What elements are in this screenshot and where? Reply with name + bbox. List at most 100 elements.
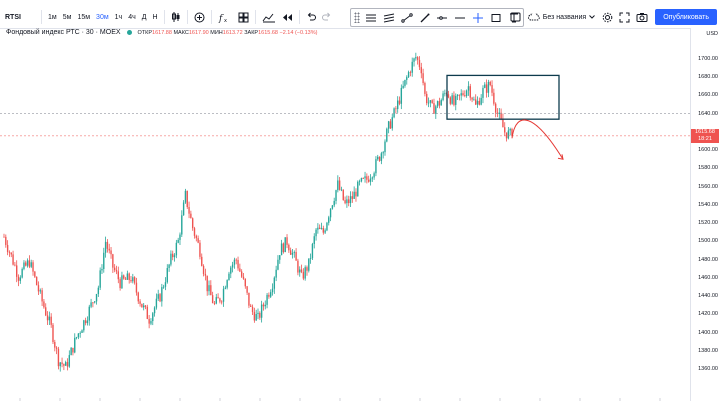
interval-30m-button[interactable]: 30м [93,8,112,26]
chart-type-candles-icon[interactable] [168,8,184,26]
fullscreen-icon[interactable] [616,8,633,26]
candle-body [335,190,337,201]
candle-body [6,244,9,252]
candle-body [435,106,437,114]
candle-body [422,73,424,84]
range-rectangle-drawing[interactable] [446,74,560,120]
candle-body [88,306,90,321]
horizontal-lines-tool-icon[interactable] [362,9,380,26]
candle-body [264,304,266,307]
candle-body [12,254,14,265]
horizontal-ray-tool-icon[interactable] [434,9,452,26]
layout-name-button[interactable]: Без названия [524,13,599,21]
candle-body [282,243,285,253]
chevron-down-icon [589,15,596,19]
redo-icon[interactable] [319,8,335,26]
candle-body [286,237,288,245]
candle-body [455,96,457,105]
horizontal-line-tool-icon[interactable] [451,9,469,26]
candle-body [188,207,190,214]
layout-select-icon[interactable] [507,8,524,26]
candle-body [371,177,373,179]
forecast-arrow-drawing[interactable] [511,119,564,160]
candle-body [99,270,101,288]
trend-line-tool-icon[interactable] [398,9,416,26]
high-label: МАКС [173,29,189,36]
price-axis[interactable]: USD 1700.001680.001660.001640.001620.001… [690,28,720,401]
price-chart[interactable] [0,28,690,401]
candle-body [30,262,32,267]
candle-body [95,294,98,302]
interval-1m-button[interactable]: 1м [45,8,60,26]
replay-icon[interactable] [279,8,296,26]
alert-chart-icon[interactable] [259,8,279,26]
candle-body [395,108,397,110]
interval-d-button[interactable]: Д [139,8,150,26]
candle-body [273,277,276,289]
interval-w-button[interactable]: Н [150,8,161,26]
candle-body [143,305,145,308]
candle-body [219,298,221,302]
drawing-floating-toolbar [350,8,524,27]
candle-body [498,112,500,114]
candle-body [166,268,168,283]
candle-body [444,93,446,95]
candle-body [418,59,421,68]
candle-body [464,95,466,97]
price-tick-label: 1500.00 [698,238,718,245]
candle-body [295,252,297,261]
candle-body [487,81,490,93]
interval-4h-button[interactable]: 4ч [125,8,139,26]
candle-body [465,90,468,97]
candle-body [297,260,299,273]
interval-15m-button[interactable]: 15м [74,8,93,26]
instrument-title[interactable]: Фондовый индекс РТС · 30 · MOEX [6,29,121,36]
price-tick-label: 1580.00 [698,165,718,172]
templates-grid-icon[interactable] [235,8,252,26]
candle-body [386,128,388,142]
candle-body [462,93,464,96]
fib-lines-tool-icon[interactable] [380,9,398,26]
candle-body [83,320,85,331]
price-tick-label: 1560.00 [698,183,718,190]
indicators-fx-icon[interactable]: fx [215,8,235,26]
candle-body [491,85,493,93]
candle-body [64,362,67,366]
candle-body [397,100,399,110]
candle-body [50,316,52,325]
price-tick-label: 1640.00 [698,110,718,117]
candle-body [28,260,31,267]
candle-body [168,264,170,269]
candle-body [14,264,16,266]
candle-body [504,127,506,133]
brush-tool-icon[interactable] [416,9,434,26]
drag-handle-icon[interactable] [354,12,360,23]
candle-body [59,362,61,367]
candle-body [86,320,89,324]
interval-5m-button[interactable]: 5м [60,8,75,26]
settings-gear-icon[interactable] [599,8,616,26]
symbol-search-button[interactable]: RTSI [0,8,38,26]
candle-body [215,297,217,304]
candle-body [84,320,87,324]
candle-body [507,130,510,139]
candle-body [177,239,179,243]
undo-icon[interactable] [303,8,319,26]
candle-body [324,230,326,233]
candle-body [112,254,114,268]
candle-body [101,268,103,271]
crosshair-tool-icon[interactable] [469,9,487,26]
snapshot-camera-icon[interactable] [633,8,651,26]
candle-body [309,258,312,259]
interval-1h-button[interactable]: 1ч [112,8,126,26]
candle-body [440,99,442,106]
candle-body [113,267,116,271]
compare-plus-icon[interactable] [191,8,208,26]
rectangle-tool-icon[interactable] [487,9,505,26]
candle-body [75,337,78,338]
publish-button[interactable]: Опубликовать [655,9,717,25]
candle-body [25,262,27,266]
candle-body [8,251,11,253]
candle-body [509,128,511,131]
candle-body [202,265,205,274]
